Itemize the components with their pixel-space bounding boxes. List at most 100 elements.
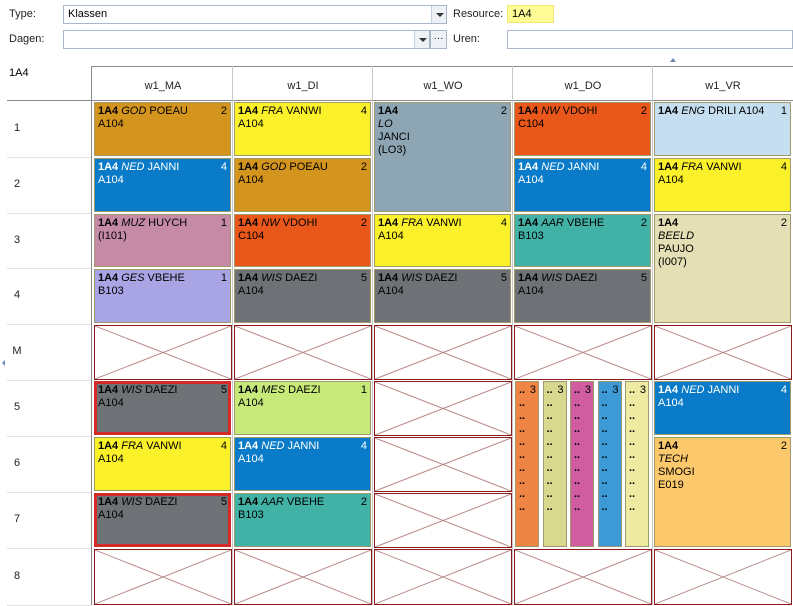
lesson-room: A104 <box>98 397 124 409</box>
lesson-cell[interactable]: 1A4 FRA VANWI 4 A104 <box>94 437 231 491</box>
cross-icon <box>655 550 791 604</box>
lesson-cell[interactable]: 1A4 NED JANNI 4 A104 <box>94 158 231 212</box>
lesson-class: 1A4 <box>238 384 259 396</box>
chevron-down-icon[interactable] <box>414 31 429 48</box>
split-lesson-cell[interactable]: 3.................... <box>625 381 649 547</box>
lesson-cell[interactable]: 1A4 NED JANNI 4 A104 <box>234 437 371 491</box>
period-header-7: 7 <box>13 513 21 525</box>
lesson-subject: FRA <box>681 161 704 173</box>
dagen-label: Dagen: <box>9 33 45 45</box>
uren-input[interactable] <box>507 30 793 49</box>
cross-icon <box>95 550 231 604</box>
lesson-cell[interactable]: 1A4 ENG DRILI A104 1 <box>654 102 791 156</box>
resource-input[interactable]: 1A4 <box>507 5 554 23</box>
collapse-arrow-icon[interactable] <box>670 58 676 62</box>
lesson-dots: .. <box>629 475 636 487</box>
chevron-down-icon[interactable] <box>431 6 446 23</box>
dagen-ellipsis-button[interactable]: ··· <box>430 30 447 49</box>
lesson-cell[interactable]: 1A4 AAR VBEHE 2 B103 <box>514 214 651 267</box>
lesson-cell[interactable]: 1A4 GES VBEHE 1 B103 <box>94 269 231 323</box>
lesson-title: 1A4 ENG DRILI A104 <box>658 105 787 117</box>
lesson-subject: WIS <box>541 272 563 284</box>
lesson-count: 2 <box>360 496 367 508</box>
lesson-class: 1A4 <box>98 440 119 452</box>
lesson-cell[interactable]: 1A4 NED JANNI 4 A104 <box>514 158 651 212</box>
lesson-cell[interactable]: 1A4 NED JANNI 4 A104 <box>654 381 791 435</box>
lesson-title: 1A4 GOD POEAU <box>98 105 227 117</box>
day-header-w1_vr[interactable]: w1_VR <box>653 80 793 96</box>
lesson-cell[interactable]: 1A4 MUZ HUYCH 1 (I101) <box>94 214 231 267</box>
lesson-room: C104 <box>518 118 545 130</box>
lesson-cell[interactable]: 1A4 FRA VANWI 4 A104 <box>374 214 511 267</box>
lesson-title: 1A4 NED JANNI <box>518 161 647 173</box>
lesson-count: 5 <box>220 496 227 508</box>
type-select[interactable]: Klassen <box>63 5 447 24</box>
lesson-title: 1A4 MES DAEZI <box>238 384 367 396</box>
grid-header-divider <box>7 100 793 101</box>
lesson-teacher: VANWI <box>283 105 322 117</box>
split-lesson-cell[interactable]: 3.................... <box>515 381 539 547</box>
lesson-subject: WIS <box>401 272 423 284</box>
lesson-cell[interactable]: 1A4 NW VDOHI 2 C104 <box>234 214 371 267</box>
lesson-cell[interactable]: 1A4 NW VDOHI 2 C104 <box>514 102 651 156</box>
lesson-room: B103 <box>98 285 124 297</box>
lesson-room: A104 <box>98 118 124 130</box>
lesson-cell[interactable]: 1A4 WIS DAEZI 5 A104 <box>234 269 371 323</box>
lesson-teacher: DAEZI <box>142 496 178 508</box>
day-header-w1_ma[interactable]: w1_MA <box>93 80 233 96</box>
lesson-subject: NED <box>681 384 705 396</box>
lesson-cell[interactable]: 1A4 2 BEELD PAUJO (I007) <box>654 214 791 323</box>
lesson-cell[interactable]: 1A4 WIS DAEZI 5 A104 <box>94 493 231 547</box>
blocked-cell <box>234 325 372 380</box>
lesson-subject: FRA <box>121 440 144 452</box>
lesson-class: 1A4 <box>658 217 679 229</box>
lesson-cell[interactable]: 1A4 GOD POEAU 2 A104 <box>234 158 371 212</box>
lesson-count: 2 <box>500 105 507 117</box>
lesson-cell[interactable]: 1A4 WIS DAEZI 5 A104 <box>374 269 511 323</box>
lesson-count: 4 <box>220 440 227 452</box>
lesson-dots: .. <box>601 462 608 474</box>
blocked-cell <box>374 549 512 605</box>
day-header-w1_wo[interactable]: w1_WO <box>373 80 513 96</box>
lesson-title: 1A4 GOD POEAU <box>238 161 367 173</box>
split-lesson-cell[interactable]: 3.................... <box>570 381 594 547</box>
lesson-title: 1A4 NED JANNI <box>658 384 787 396</box>
lesson-title: 1A4 WIS DAEZI <box>98 384 227 396</box>
cross-icon <box>375 326 511 379</box>
lesson-title: 1A4 WIS DAEZI <box>518 272 647 284</box>
blocked-cell <box>374 493 512 548</box>
dagen-select[interactable] <box>63 30 430 49</box>
lesson-dots: .. <box>546 384 553 396</box>
lesson-title: 1A4 WIS DAEZI <box>98 496 227 508</box>
lesson-cell[interactable]: 1A4 FRA VANWI 4 A104 <box>234 102 371 156</box>
lesson-title: 1A4 AAR VBEHE <box>518 217 647 229</box>
day-header-w1_do[interactable]: w1_DO <box>513 80 653 96</box>
lesson-room: B103 <box>518 230 544 242</box>
expand-left-icon[interactable] <box>2 360 5 366</box>
day-header-w1_di[interactable]: w1_DI <box>233 80 373 96</box>
lesson-cell[interactable]: 1A4 2 LO JANCI (LO3) <box>374 102 511 212</box>
lesson-cell[interactable]: 1A4 2 TECH SMOGI E019 <box>654 437 791 547</box>
column-divider <box>372 66 373 605</box>
split-lesson-cell[interactable]: 3.................... <box>597 381 622 547</box>
lesson-room: A104 <box>518 174 544 186</box>
lesson-cell[interactable]: 1A4 GOD POEAU 2 A104 <box>94 102 231 156</box>
lesson-title: 1A4 NED JANNI <box>238 440 367 452</box>
lesson-cell[interactable]: 1A4 FRA VANWI 4 A104 <box>654 158 791 212</box>
column-divider <box>512 66 513 605</box>
lesson-room: A104 <box>518 285 544 297</box>
lesson-teacher: JANCI <box>378 131 410 143</box>
cross-icon <box>655 326 791 379</box>
split-lesson-cell[interactable]: 3.................... <box>542 381 567 547</box>
blocked-cell <box>514 325 652 380</box>
lesson-room: A104 <box>238 397 264 409</box>
lesson-cell[interactable]: 1A4 WIS DAEZI 5 A104 <box>514 269 651 323</box>
lesson-cell[interactable]: 1A4 AAR VBEHE 2 B103 <box>234 493 371 547</box>
lesson-teacher: VBEHE <box>144 272 185 284</box>
lesson-teacher: DAEZI <box>142 384 178 396</box>
cross-icon <box>235 550 371 604</box>
lesson-cell[interactable]: 1A4 MES DAEZI 1 A104 <box>234 381 371 435</box>
lesson-count: 4 <box>360 105 367 117</box>
lesson-title: 1A4 AAR VBEHE <box>238 496 367 508</box>
lesson-cell[interactable]: 1A4 WIS DAEZI 5 A104 <box>94 381 231 435</box>
